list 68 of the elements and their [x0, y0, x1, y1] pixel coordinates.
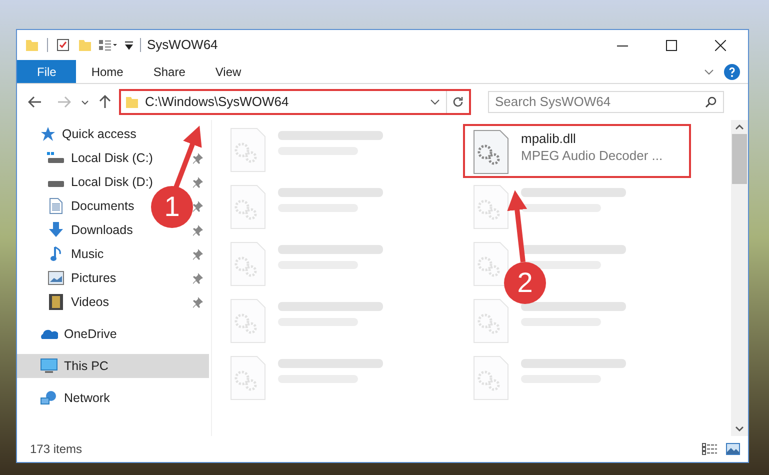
document-icon	[49, 198, 63, 214]
ribbon-tab[interactable]: Home	[76, 60, 138, 83]
drive-icon	[47, 151, 65, 165]
sidebar-item[interactable]: Videos	[47, 290, 109, 314]
sidebar-item[interactable]: Downloads	[47, 218, 133, 242]
sidebar-item[interactable]: Quick access	[17, 122, 209, 146]
pin-icon[interactable]	[193, 152, 203, 164]
film-icon	[49, 294, 63, 310]
gear-file-icon	[230, 299, 266, 343]
gear-file-icon	[230, 128, 266, 172]
ribbon-tab[interactable]: File	[17, 60, 76, 83]
gear-file-icon	[473, 130, 509, 174]
file-type: MPEG Audio Decoder ...	[521, 147, 663, 164]
star-icon	[40, 126, 56, 142]
gear-file-icon	[473, 242, 509, 286]
gear-file-icon	[473, 356, 509, 400]
chevron-down-icon[interactable]	[430, 99, 440, 105]
dropdown-icon[interactable]	[124, 39, 134, 51]
gear-file-icon	[230, 185, 266, 229]
chevron-down-icon[interactable]	[704, 68, 714, 74]
chevron-down-icon[interactable]	[81, 100, 89, 104]
pin-icon[interactable]	[193, 248, 203, 260]
sidebar-item[interactable]: OneDrive	[17, 322, 209, 346]
music-note-icon	[50, 246, 62, 262]
monitor-icon	[40, 358, 58, 374]
file-name: mpalib.dll	[521, 130, 577, 147]
download-arrow-icon	[48, 222, 64, 238]
view-menu-icon[interactable]	[98, 38, 118, 52]
item-count: 173 items	[30, 441, 82, 458]
sidebar-item[interactable]: Documents	[47, 194, 134, 218]
window-title: SysWOW64	[147, 36, 218, 54]
close-icon[interactable]	[715, 40, 726, 50]
sidebar-item[interactable]: Music	[47, 242, 104, 266]
maximize-icon[interactable]	[666, 40, 677, 50]
chevron-down-icon[interactable]	[735, 426, 744, 432]
gear-file-icon	[230, 356, 266, 400]
pin-icon[interactable]	[193, 176, 203, 188]
gear-file-icon	[473, 185, 509, 229]
cloud-icon	[40, 328, 58, 340]
back-arrow-icon[interactable]	[28, 96, 42, 108]
picture-icon	[48, 271, 64, 285]
help-icon[interactable]	[724, 64, 740, 80]
refresh-icon[interactable]	[452, 96, 464, 108]
large-icons-view-icon[interactable]	[726, 443, 740, 455]
scrollbar[interactable]	[731, 120, 748, 436]
ribbon-tab[interactable]: View	[200, 60, 256, 83]
properties-icon[interactable]	[56, 38, 70, 52]
network-icon	[40, 390, 58, 406]
address-path: C:\Windows\SysWOW64	[145, 93, 290, 112]
folder-icon	[125, 95, 139, 109]
ribbon-tab[interactable]: Share	[138, 60, 200, 83]
chevron-up-icon[interactable]	[735, 124, 744, 130]
file-item[interactable]: mpalib.dll MPEG Audio Decoder ...	[463, 124, 691, 178]
pin-icon[interactable]	[193, 200, 203, 212]
pin-icon[interactable]	[193, 224, 203, 236]
sidebar-item[interactable]: Local Disk (D:)	[47, 170, 153, 194]
gear-file-icon	[473, 299, 509, 343]
scrollbar-thumb[interactable]	[732, 134, 747, 184]
gear-file-icon	[230, 242, 266, 286]
up-arrow-icon[interactable]	[99, 95, 111, 109]
pin-icon[interactable]	[193, 272, 203, 284]
sidebar-item[interactable]: This PC	[17, 354, 209, 378]
details-view-icon[interactable]	[702, 443, 718, 455]
sidebar-item[interactable]: Network	[17, 386, 209, 410]
sidebar-item[interactable]: Pictures	[47, 266, 116, 290]
pin-icon[interactable]	[193, 296, 203, 308]
address-bar[interactable]: C:\Windows\SysWOW64	[119, 89, 471, 115]
sidebar-item[interactable]: Local Disk (C:)	[47, 146, 153, 170]
